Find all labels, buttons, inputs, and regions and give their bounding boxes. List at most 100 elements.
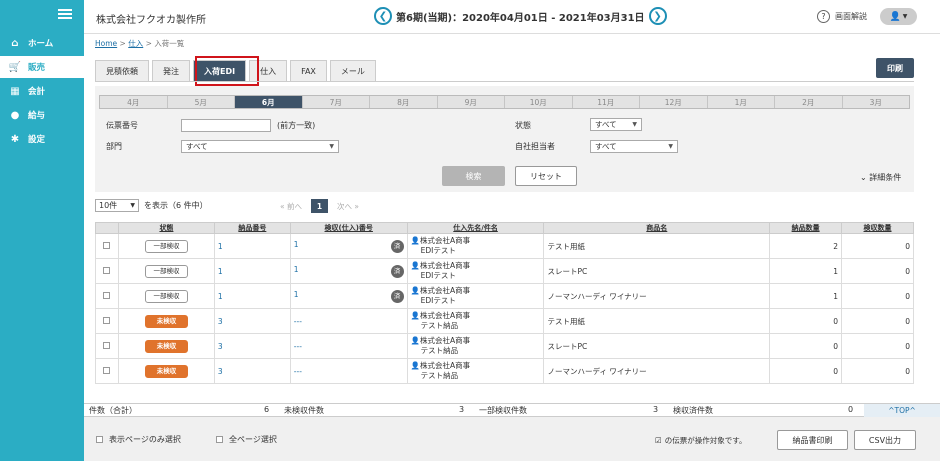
receipt-number-link[interactable]: ---: [294, 342, 302, 351]
all-pages-label: 全ページ選択: [229, 435, 277, 444]
table-header-row: 状態 納品番号 検収(仕入)番号 仕入先名/件名 商品名 納品数量 検収数量: [95, 222, 914, 234]
breadcrumb-home[interactable]: Home: [95, 39, 117, 48]
row-checkbox[interactable]: [103, 316, 111, 324]
all-pages-checkbox[interactable]: [216, 436, 223, 443]
month-tab[interactable]: 6月: [235, 96, 303, 108]
search-button[interactable]: 検索: [442, 166, 505, 186]
detail-conditions-toggle[interactable]: ⌄ 詳細条件: [860, 172, 901, 183]
print-button[interactable]: 印刷: [876, 58, 914, 78]
month-tab[interactable]: 5月: [168, 96, 235, 108]
month-tab[interactable]: 4月: [100, 96, 168, 108]
page-size-select[interactable]: 10件 ▼: [95, 199, 139, 212]
help-label: 画面解説: [835, 12, 867, 21]
column-header[interactable]: 検収数量: [841, 222, 914, 234]
vendor-name: 株式会社A商事: [419, 286, 471, 295]
receipt-number-link[interactable]: 1: [294, 240, 299, 249]
row-checkbox[interactable]: [103, 341, 111, 349]
receipt-number-link[interactable]: ---: [294, 317, 302, 326]
column-header[interactable]: 状態: [117, 222, 215, 234]
delivery-number-link[interactable]: 1: [218, 267, 223, 276]
breadcrumb-parent[interactable]: 仕入: [128, 39, 143, 48]
column-header: [95, 222, 119, 234]
column-header[interactable]: 納品数量: [769, 222, 843, 234]
sidebar-item-sales[interactable]: 🛒 販売: [0, 56, 84, 78]
summary-row: 件数（合計） 6 未検収件数 3 一部検収件数 3 検収済件数 0 ^TOP^: [84, 404, 940, 417]
receipt-number-link[interactable]: 1: [294, 265, 299, 274]
column-header[interactable]: 商品名: [543, 222, 771, 234]
tab-order[interactable]: 発注: [152, 60, 190, 81]
question-icon: ?: [817, 10, 830, 23]
delivery-number-link[interactable]: 3: [218, 317, 223, 326]
caret-down-icon: ▼: [632, 121, 637, 128]
sidebar-item-settings[interactable]: ✱ 設定: [0, 128, 84, 150]
calculator-icon: ▦: [10, 85, 20, 97]
total-count: 6: [264, 405, 270, 414]
delivery-qty: 0: [833, 341, 839, 351]
target-note-label: の伝票が操作対象です。: [664, 436, 747, 445]
column-header[interactable]: 納品番号: [213, 222, 291, 234]
page-only-checkbox[interactable]: [96, 436, 103, 443]
person-icon: 👤: [410, 236, 420, 245]
sidebar-item-home[interactable]: ⌂ ホーム: [0, 32, 84, 54]
tab-quote-request[interactable]: 見積依頼: [95, 60, 149, 81]
select-page-only[interactable]: 表示ページのみ選択: [96, 434, 181, 445]
month-tab[interactable]: 12月: [640, 96, 708, 108]
current-page[interactable]: 1: [310, 199, 328, 213]
help-link[interactable]: ? 画面解説: [817, 10, 867, 23]
delivery-print-button[interactable]: 納品書印刷: [777, 430, 848, 450]
done-count: 0: [848, 405, 854, 414]
row-checkbox[interactable]: [103, 266, 111, 274]
csv-export-button[interactable]: CSV出力: [854, 430, 916, 450]
next-period-icon[interactable]: ❯: [648, 7, 667, 25]
table-row: 未検収 3 --- 👤株式会社A商事 テスト納品 テスト用紙 0 0: [95, 308, 914, 334]
row-checkbox[interactable]: [103, 366, 111, 374]
reset-button[interactable]: リセット: [515, 166, 577, 186]
next-page-link[interactable]: 次へ »: [337, 201, 359, 212]
delivery-number-link[interactable]: 1: [218, 292, 223, 301]
sidebar-item-payroll[interactable]: ● 給与: [0, 104, 84, 126]
user-menu-button[interactable]: 👤 ▼: [880, 8, 917, 25]
delivery-number-link[interactable]: 1: [218, 242, 223, 251]
month-tab[interactable]: 1月: [708, 96, 775, 108]
sidebar-item-accounting[interactable]: ▦ 会計: [0, 80, 84, 102]
receipt-number-link[interactable]: ---: [294, 367, 302, 376]
month-tab[interactable]: 7月: [303, 96, 370, 108]
slip-number-input[interactable]: [181, 119, 271, 132]
receipt-number-link[interactable]: 1: [294, 290, 299, 299]
column-header[interactable]: 検収(仕入)番号: [289, 222, 408, 234]
delivery-number-link[interactable]: 3: [218, 342, 223, 351]
person-icon: 👤: [410, 361, 420, 370]
department-select[interactable]: すべて ▼: [181, 140, 339, 153]
column-header[interactable]: 仕入先名/件名: [406, 222, 545, 234]
month-tab[interactable]: 10月: [505, 96, 573, 108]
subject: テスト納品: [420, 321, 459, 330]
month-tab[interactable]: 11月: [573, 96, 640, 108]
row-checkbox[interactable]: [103, 241, 111, 249]
row-checkbox[interactable]: [103, 291, 111, 299]
prev-period-icon[interactable]: ❮: [374, 7, 392, 25]
tab-fax[interactable]: FAX: [290, 60, 327, 81]
month-tab[interactable]: 3月: [843, 96, 910, 108]
vendor-name: 株式会社A商事: [419, 361, 471, 370]
to-top-link[interactable]: ^TOP^: [864, 404, 940, 417]
month-tab[interactable]: 9月: [438, 96, 505, 108]
hamburger-menu-icon[interactable]: [58, 9, 72, 19]
select-all-pages[interactable]: 全ページ選択: [216, 434, 277, 445]
status-badge: 一部検収: [144, 264, 188, 278]
prev-page-link[interactable]: « 前へ: [280, 201, 302, 212]
month-tab[interactable]: 2月: [775, 96, 843, 108]
staff-select[interactable]: すべて ▼: [590, 140, 678, 153]
month-tab[interactable]: 8月: [370, 96, 438, 108]
delivery-qty: 0: [833, 316, 839, 326]
department-label: 部門: [106, 142, 122, 151]
status-select[interactable]: すべて ▼: [590, 118, 642, 131]
vendor-name: 株式会社A商事: [419, 261, 471, 270]
breadcrumb-separator: >: [119, 39, 126, 48]
delivery-qty: 1: [833, 266, 839, 276]
subject: EDIテスト: [420, 296, 456, 305]
done-badge: 済: [390, 289, 404, 303]
tab-mail[interactable]: メール: [329, 60, 376, 81]
slip-number-label: 伝票番号: [106, 121, 138, 130]
delivery-number-link[interactable]: 3: [218, 367, 223, 376]
delivery-qty: 1: [833, 291, 839, 301]
